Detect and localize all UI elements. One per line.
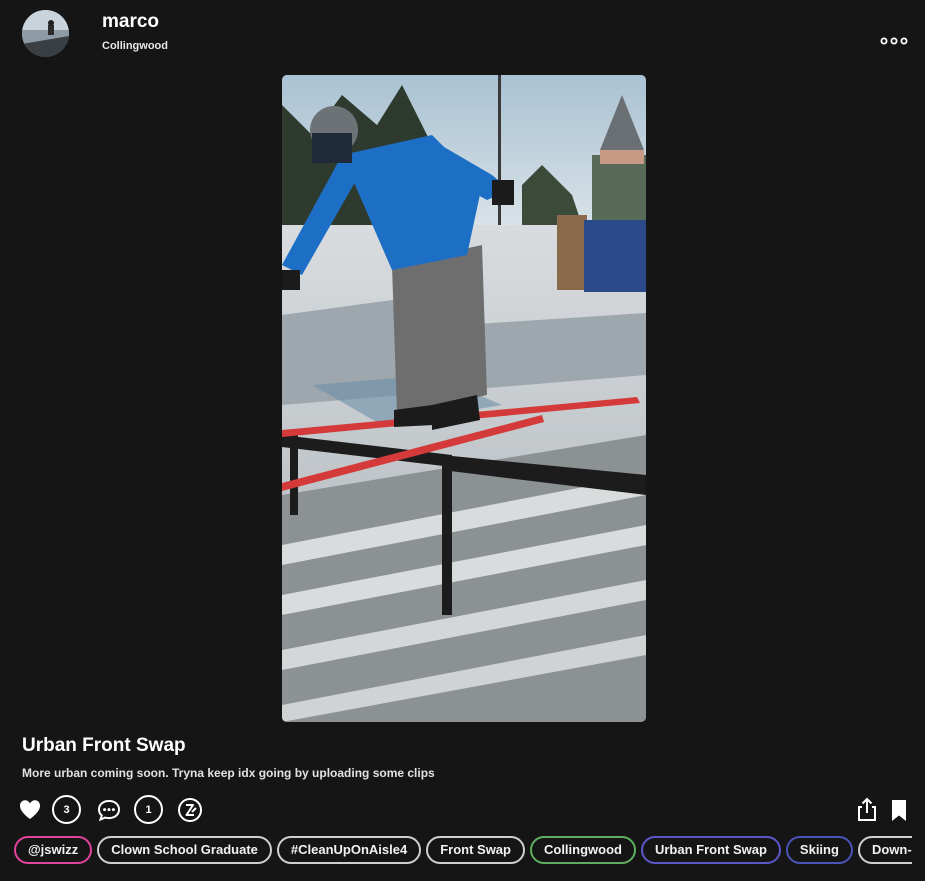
action-bar: 3 1 [0, 792, 925, 828]
more-horizontal-icon [880, 37, 908, 45]
more-options-button[interactable] [876, 30, 912, 54]
avatar-image [22, 10, 69, 57]
heart-icon [20, 800, 40, 819]
tag-chip[interactable]: Collingwood [529, 836, 636, 864]
comment-button[interactable] [96, 792, 122, 833]
likes-count[interactable]: 3 [52, 795, 81, 824]
comments-count[interactable]: 1 [134, 795, 163, 824]
tag-chip[interactable]: Front Swap [426, 836, 525, 864]
tag-badge-icon [178, 798, 202, 822]
tag-chip[interactable]: Down-Flat [857, 836, 912, 864]
video-player[interactable] [282, 75, 646, 722]
post-header: marco Collingwood [0, 0, 925, 70]
share-button[interactable] [854, 792, 880, 833]
video-frame [282, 75, 646, 722]
post-description: More urban coming soon. Tryna keep idx g… [22, 766, 435, 780]
like-button[interactable] [18, 792, 42, 833]
avatar[interactable] [22, 10, 69, 57]
tag-button[interactable] [177, 792, 203, 833]
post-title: Urban Front Swap [22, 735, 186, 756]
tag-chip[interactable]: Clown School Graduate [97, 836, 272, 864]
location-label[interactable]: Collingwood [102, 40, 168, 52]
comment-bubble-icon [97, 799, 121, 822]
share-icon [858, 797, 876, 821]
username[interactable]: marco [102, 11, 159, 33]
bookmark-icon [892, 800, 906, 821]
tag-list: @jswizz Clown School Graduate #CleanUpOnAi… [14, 836, 912, 868]
tag-chip[interactable]: Skiing [785, 836, 853, 864]
tag-chip[interactable]: @jswizz [14, 836, 93, 864]
bookmark-button[interactable] [889, 792, 909, 833]
tag-chip[interactable]: #CleanUpOnAisle4 [276, 836, 422, 864]
tag-chip[interactable]: Urban Front Swap [640, 836, 781, 864]
